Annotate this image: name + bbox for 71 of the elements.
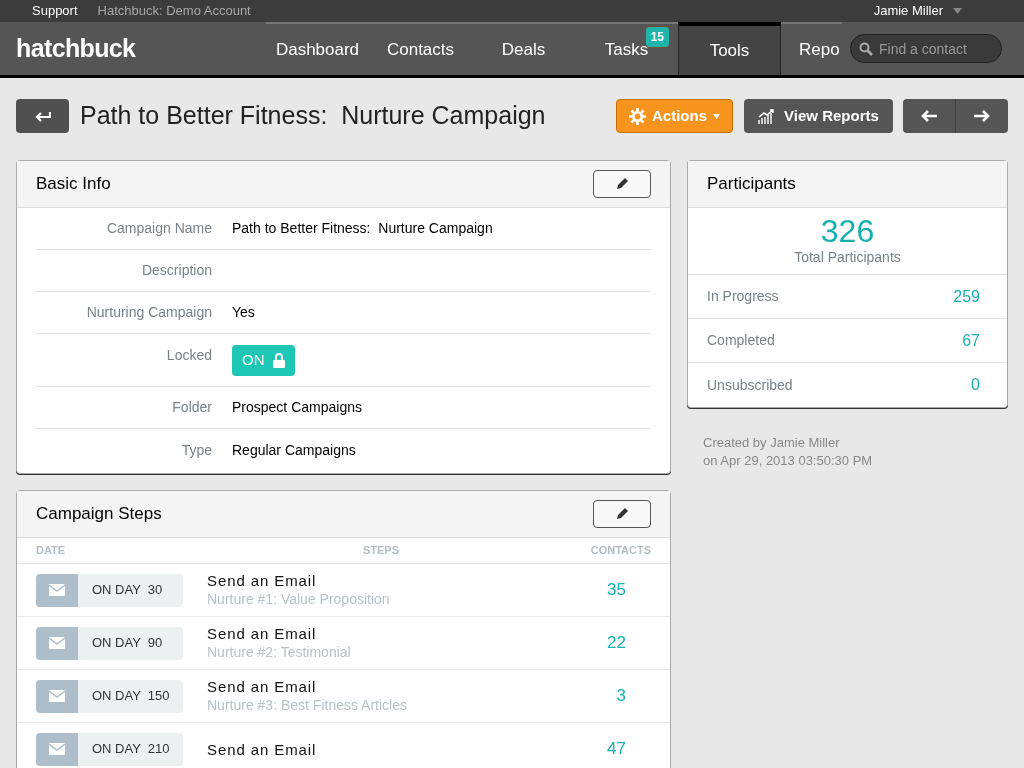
stat-value: 0 <box>971 375 980 395</box>
stat-value: 67 <box>962 330 980 351</box>
step-action: Send an Email <box>207 624 318 643</box>
contact-count: 3 <box>616 685 626 708</box>
column-header: CONTACTS <box>590 543 651 559</box>
step-day: ON DAY 210 <box>78 732 183 766</box>
total-label: Total Participants <box>794 247 901 267</box>
step-action: Send an Email <box>207 571 318 590</box>
nav-tab[interactable]: Contacts <box>369 22 472 75</box>
user-menu[interactable]: Jamie Miller <box>873 1 943 21</box>
field-value: Path to Better Fitness: Nurture Campaign <box>232 219 493 238</box>
edit-button[interactable] <box>593 500 651 528</box>
field-label: Type <box>180 440 212 460</box>
lock-icon <box>272 353 285 368</box>
field-label: Campaign Name <box>105 219 212 238</box>
gear-icon <box>629 107 646 125</box>
right-arrow-icon <box>974 110 990 122</box>
step-day: ON DAY 90 <box>78 626 183 660</box>
nav-tab[interactable]: Repo <box>781 22 842 75</box>
view-reports-button[interactable]: View Reports <box>744 99 893 133</box>
contact-count: 47 <box>607 738 626 761</box>
field-label: Locked <box>165 346 212 365</box>
step-action: Send an Email <box>207 739 317 759</box>
search-field[interactable]: Find a contact <box>850 34 1002 63</box>
pencil-icon <box>615 507 629 521</box>
field-value: Yes <box>232 303 255 322</box>
back-arrow-icon <box>34 110 51 122</box>
stat-label: Completed <box>707 331 775 350</box>
column-header: STEPS <box>361 543 401 559</box>
top-link[interactable]: Hatchbuck: Demo Account <box>97 1 251 21</box>
step-name: Nurture #2: Testimonial <box>207 643 351 662</box>
stat-label: Unsubscribed <box>707 375 793 395</box>
field-label: Nurturing Campaign <box>85 303 212 322</box>
stat-label: In Progress <box>707 287 779 306</box>
nav-tab[interactable]: Dashboard <box>266 22 369 75</box>
chart-icon <box>758 108 777 124</box>
created-by-text: Created by Jamie Miller <box>703 434 841 452</box>
envelope-icon <box>49 690 65 702</box>
logo[interactable]: hatchbuck <box>16 29 266 68</box>
step-name: Nurture #3: Best Fitness Articles <box>207 696 407 715</box>
caret-icon <box>953 8 962 14</box>
step-day: ON DAY 150 <box>78 679 183 713</box>
card-title: Participants <box>707 173 796 196</box>
card-title: Campaign Steps <box>36 503 162 526</box>
caret-icon <box>713 113 720 119</box>
step-day: ON DAY 30 <box>78 573 183 607</box>
left-arrow-icon <box>921 110 937 122</box>
contact-count: 22 <box>607 632 626 655</box>
top-link[interactable]: Support <box>32 1 78 21</box>
stat-value: 259 <box>953 286 980 307</box>
page-title: Path to Better Fitness: Nurture Campaign <box>80 100 546 132</box>
created-date-text: on Apr 29, 2013 03:50:30 PM <box>703 452 874 470</box>
field-label: Description <box>140 261 212 280</box>
total-count: 326 <box>820 214 875 247</box>
search-icon <box>859 42 873 56</box>
envelope-icon <box>49 584 65 596</box>
edit-button[interactable] <box>593 170 651 198</box>
nav-tab[interactable]: Deals <box>472 22 575 75</box>
contact-count: 35 <box>607 579 626 602</box>
card-title: Basic Info <box>36 173 111 196</box>
field-label: Folder <box>171 398 212 417</box>
step-action: Send an Email <box>207 677 318 696</box>
field-value: Regular Campaigns <box>232 440 356 460</box>
field-value: Prospect Campaigns <box>232 398 362 417</box>
pencil-icon <box>615 177 629 191</box>
step-name: Nurture #1: Value Proposition <box>207 590 390 609</box>
back-button[interactable] <box>16 99 69 133</box>
nav-tab[interactable]: Tools <box>678 22 781 75</box>
envelope-icon <box>49 637 65 649</box>
column-header: DATE <box>36 543 67 559</box>
envelope-icon <box>49 743 65 755</box>
